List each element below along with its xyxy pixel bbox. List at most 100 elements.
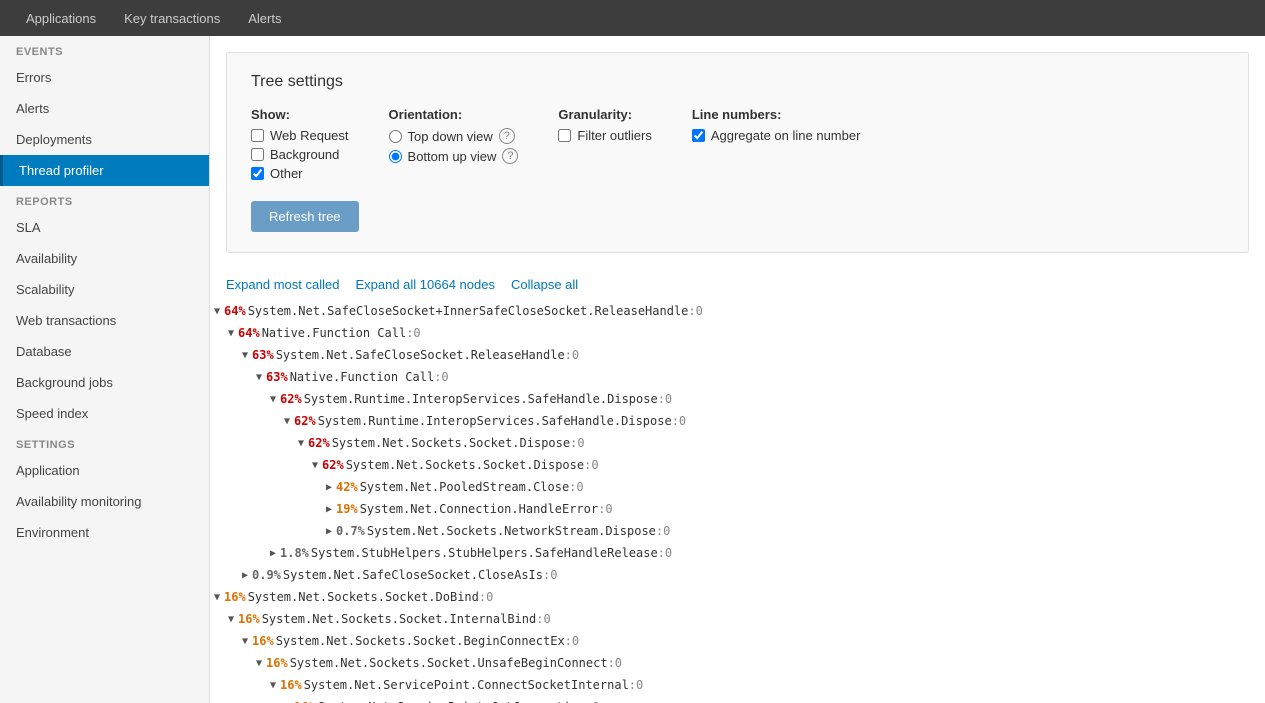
tree-row[interactable]: ▼ 63% Native.Function Call:0 [210, 366, 1265, 388]
nav-applications[interactable]: Applications [12, 0, 110, 36]
tree-row[interactable]: ▼ 62% System.Runtime.InteropServices.Saf… [210, 388, 1265, 410]
expand-all-link[interactable]: Expand all 10664 nodes [355, 277, 495, 292]
tree-node-count: :0 [629, 676, 643, 694]
tree-row[interactable]: ▼ 16% System.Net.ServicePoint.ConnectSoc… [210, 674, 1265, 696]
bottom-up-info-icon[interactable]: ? [502, 148, 518, 164]
bottom-up-radio[interactable] [389, 150, 402, 163]
top-nav: Applications Key transactions Alerts [0, 0, 1265, 36]
top-down-info-icon[interactable]: ? [499, 128, 515, 144]
show-label: Show: [251, 107, 349, 122]
sidebar-item-sla[interactable]: SLA [0, 212, 209, 243]
tree-toggle[interactable]: ▼ [308, 458, 322, 473]
tree-pct: 62% [280, 390, 302, 408]
tree-toggle[interactable]: ▶ [266, 546, 280, 561]
sidebar-item-environment[interactable]: Environment [0, 517, 209, 548]
show-web-request[interactable]: Web Request [251, 128, 349, 143]
tree-row[interactable]: ▼ 16% System.Net.Sockets.Socket.Internal… [210, 608, 1265, 630]
sidebar-section-reports: REPORTS [0, 186, 209, 212]
show-background[interactable]: Background [251, 147, 349, 162]
orientation-bottom-up[interactable]: Bottom up view ? [389, 148, 519, 164]
top-down-radio[interactable] [389, 130, 402, 143]
tree-toggle[interactable]: ▶ [322, 480, 336, 495]
tree-toggle[interactable]: ▶ [238, 568, 252, 583]
sidebar-item-speed-index[interactable]: Speed index [0, 398, 209, 429]
tree-row[interactable]: ▼ 16% System.Net.ServicePoint.GetConnect… [210, 696, 1265, 703]
tree-node-count: :0 [565, 632, 579, 650]
tree-pct: 16% [224, 588, 246, 606]
filter-outliers-checkbox[interactable] [558, 129, 571, 142]
tree-node-name: System.Net.Sockets.Socket.BeginConnectEx [276, 632, 565, 650]
tree-row[interactable]: ▼ 16% System.Net.Sockets.Socket.UnsafeBe… [210, 652, 1265, 674]
collapse-all-link[interactable]: Collapse all [511, 277, 578, 292]
tree-row[interactable]: ▼ 64% Native.Function Call:0 [210, 322, 1265, 344]
show-other[interactable]: Other [251, 166, 349, 181]
other-label: Other [270, 166, 303, 181]
tree-row[interactable]: ▼ 64% System.Net.SafeCloseSocket+InnerSa… [210, 300, 1265, 322]
tree-toggle[interactable]: ▼ [294, 436, 308, 451]
tree-pct: 64% [224, 302, 246, 320]
tree-node-count: :0 [536, 610, 550, 628]
tree-toggle[interactable]: ▼ [280, 700, 294, 703]
tree-pct: 16% [252, 632, 274, 650]
tree-toggle[interactable]: ▼ [266, 678, 280, 693]
filter-outliers[interactable]: Filter outliers [558, 128, 651, 143]
sidebar-item-thread-profiler[interactable]: Thread profiler [0, 155, 209, 186]
tree-row[interactable]: ▼ 62% System.Net.Sockets.Socket.Dispose:… [210, 454, 1265, 476]
top-down-label: Top down view [408, 129, 493, 144]
sidebar-item-background-jobs[interactable]: Background jobs [0, 367, 209, 398]
refresh-tree-button[interactable]: Refresh tree [251, 201, 359, 232]
tree-row[interactable]: ▼ 63% System.Net.SafeCloseSocket.Release… [210, 344, 1265, 366]
tree-toggle[interactable]: ▼ [266, 392, 280, 407]
tree-row[interactable]: ▼ 62% System.Net.Sockets.Socket.Dispose:… [210, 432, 1265, 454]
nav-alerts[interactable]: Alerts [234, 0, 295, 36]
tree-node-name: System.Net.Sockets.Socket.Dispose [346, 456, 584, 474]
sidebar-item-alerts[interactable]: Alerts [0, 93, 209, 124]
tree-row[interactable]: ▼ 16% System.Net.Sockets.Socket.DoBind:0 [210, 586, 1265, 608]
sidebar-item-availability-monitoring[interactable]: Availability monitoring [0, 486, 209, 517]
sidebar-item-deployments[interactable]: Deployments [0, 124, 209, 155]
tree-row[interactable]: ▼ 62% System.Runtime.InteropServices.Saf… [210, 410, 1265, 432]
tree-node-name: System.Net.Sockets.Socket.InternalBind [262, 610, 537, 628]
tree-toggle[interactable]: ▼ [210, 304, 224, 319]
orientation-top-down[interactable]: Top down view ? [389, 128, 519, 144]
tree-pct: 62% [322, 456, 344, 474]
sidebar-item-errors[interactable]: Errors [0, 62, 209, 93]
sidebar-item-availability[interactable]: Availability [0, 243, 209, 274]
tree-row[interactable]: ▶ 19% System.Net.Connection.HandleError:… [210, 498, 1265, 520]
tree-toggle[interactable]: ▼ [238, 348, 252, 363]
sidebar-item-scalability[interactable]: Scalability [0, 274, 209, 305]
tree-toggle[interactable]: ▶ [322, 502, 336, 517]
expand-most-called-link[interactable]: Expand most called [226, 277, 339, 292]
tree-toggle[interactable]: ▼ [224, 612, 238, 627]
tree-toggle[interactable]: ▼ [210, 590, 224, 605]
line-numbers-label: Line numbers: [692, 107, 861, 122]
web-request-checkbox[interactable] [251, 129, 264, 142]
sidebar-item-web-transactions[interactable]: Web transactions [0, 305, 209, 336]
tree-row[interactable]: ▶ 0.7% System.Net.Sockets.NetworkStream.… [210, 520, 1265, 542]
aggregate-line-number[interactable]: Aggregate on line number [692, 128, 861, 143]
nav-key-transactions[interactable]: Key transactions [110, 0, 234, 36]
tree-row[interactable]: ▶ 42% System.Net.PooledStream.Close:0 [210, 476, 1265, 498]
tree-node-name: System.Net.ServicePoint.GetConnection [318, 698, 585, 703]
sidebar-section-settings: SETTINGS [0, 429, 209, 455]
sidebar-item-database[interactable]: Database [0, 336, 209, 367]
sidebar-item-application[interactable]: Application [0, 455, 209, 486]
tree-toggle[interactable]: ▼ [252, 656, 266, 671]
sidebar: EVENTS Errors Alerts Deployments Thread … [0, 36, 210, 703]
tree-toggle[interactable]: ▼ [252, 370, 266, 385]
tree-row[interactable]: ▶ 0.9% System.Net.SafeCloseSocket.CloseA… [210, 564, 1265, 586]
tree-row[interactable]: ▼ 16% System.Net.Sockets.Socket.BeginCon… [210, 630, 1265, 652]
background-checkbox[interactable] [251, 148, 264, 161]
aggregate-checkbox[interactable] [692, 129, 705, 142]
tree-pct: 0.9% [252, 566, 281, 584]
other-checkbox[interactable] [251, 167, 264, 180]
orientation-group: Orientation: Top down view ? Bottom up v… [389, 107, 519, 168]
tree-toggle[interactable]: ▼ [238, 634, 252, 649]
filter-outliers-label: Filter outliers [577, 128, 651, 143]
tree-toggle[interactable]: ▼ [224, 326, 238, 341]
tree-toggle[interactable]: ▶ [322, 524, 336, 539]
tree-toggle[interactable]: ▼ [280, 414, 294, 429]
tree-node-count: :0 [569, 478, 583, 496]
tree-pct: 62% [308, 434, 330, 452]
tree-row[interactable]: ▶ 1.8% System.StubHelpers.StubHelpers.Sa… [210, 542, 1265, 564]
